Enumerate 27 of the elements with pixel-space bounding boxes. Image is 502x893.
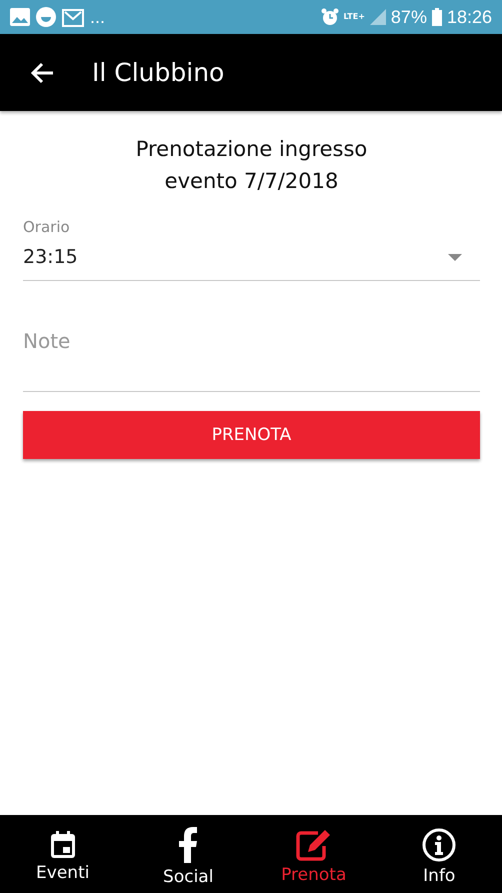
calendar-icon [50, 831, 76, 859]
page-heading: Prenotazione ingresso [134, 136, 368, 163]
network-type: LTE+ [344, 13, 365, 21]
book-button[interactable]: PRENOTA [23, 411, 480, 459]
battery-level: 87% [390, 6, 427, 28]
app-title: Il Clubbino [92, 58, 224, 87]
nav-tab[interactable]: Prenota [251, 815, 376, 893]
page-heading: evento 7/7/2018 [164, 168, 340, 195]
edit-icon [296, 829, 332, 861]
signal-icon [370, 9, 386, 25]
back-arrow-icon[interactable] [30, 62, 54, 84]
time-dropdown[interactable]: Orario 23:15 [23, 217, 480, 281]
nav-tab[interactable]: Info [376, 815, 502, 893]
field-value: 23:15 [23, 246, 78, 268]
battery-icon [432, 8, 442, 26]
more-notifications: ... [90, 6, 106, 28]
smiley-icon [36, 7, 56, 27]
clock: 18:26 [446, 6, 492, 28]
field-label: Orario [23, 218, 70, 236]
facebook-icon [178, 827, 198, 863]
nav-tab[interactable]: Social [126, 815, 251, 893]
dropdown-caret-icon [448, 254, 462, 260]
info-icon [422, 828, 456, 862]
alarm-icon [320, 8, 339, 26]
image-icon [10, 8, 30, 26]
mail-icon [62, 7, 84, 27]
nav-tab[interactable]: Eventi [0, 815, 126, 893]
